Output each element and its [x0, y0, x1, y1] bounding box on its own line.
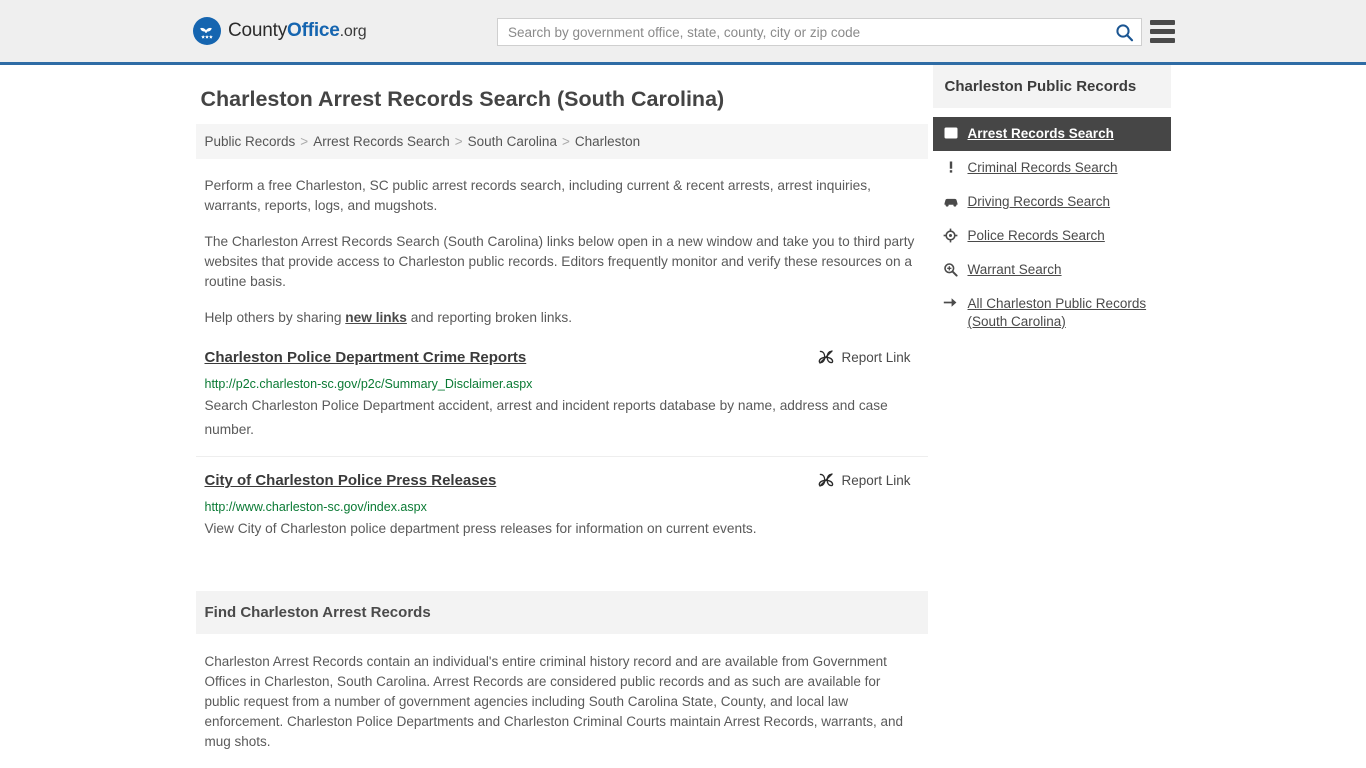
hamburger-bar [1150, 29, 1175, 34]
breadcrumb-item-charleston[interactable]: Charleston [575, 134, 640, 149]
fingerprint-card-icon [943, 126, 959, 140]
sidebar-item-label: Driving Records Search [967, 194, 1111, 209]
breadcrumb-item-public-records[interactable]: Public Records [205, 134, 296, 149]
resource-link-list: Charleston Police Department Crime Repor… [195, 348, 928, 555]
resource-link-title[interactable]: Charleston Police Department Crime Repor… [205, 348, 527, 368]
report-link-button[interactable]: Report Link [818, 349, 918, 365]
hamburger-menu-icon[interactable] [1150, 20, 1175, 43]
broken-link-icon [819, 473, 834, 487]
resource-link-url: http://www.charleston-sc.gov/index.aspx [204, 500, 427, 514]
report-link-button[interactable]: Report Link [818, 472, 918, 488]
resource-link-description: View City of Charleston police departmen… [204, 521, 757, 536]
hamburger-bar [1150, 38, 1175, 43]
intro-p3-prefix: Help others by sharing [204, 310, 346, 325]
sidebar-item-all-public-records[interactable]: All Charleston Public Records (South Car… [933, 287, 1171, 339]
intro-paragraph-3: Help others by sharing new links and rep… [196, 308, 928, 328]
sidebar-item-criminal-records-search[interactable]: Criminal Records Search [933, 151, 1171, 185]
sidebar-item-driving-records-search[interactable]: Driving Records Search [933, 185, 1171, 219]
breadcrumb-separator: > [454, 134, 463, 149]
exclamation-icon [943, 160, 959, 174]
intro-paragraph-1: Perform a free Charleston, SC public arr… [204, 178, 871, 213]
sidebar-heading: Charleston Public Records [932, 65, 1171, 108]
resource-link-description: Search Charleston Police Department acci… [204, 398, 888, 437]
breadcrumb-item-south-carolina[interactable]: South Carolina [468, 134, 557, 149]
sidebar-item-label: Police Records Search [967, 228, 1105, 243]
magnifier-plus-icon [943, 262, 959, 277]
sidebar-item-warrant-search[interactable]: Warrant Search [933, 253, 1171, 287]
brand-office: Office [287, 20, 340, 41]
site-logo-text: CountyOffice.org [228, 20, 367, 42]
brand-org: .org [339, 23, 367, 40]
car-icon [943, 194, 959, 208]
page-title: Charleston Arrest Records Search (South … [200, 87, 725, 111]
breadcrumb-item-arrest-records-search[interactable]: Arrest Records Search [313, 134, 450, 149]
report-link-label: Report Link [841, 349, 911, 365]
target-crosshair-icon [943, 228, 959, 243]
broken-link-icon [819, 350, 834, 364]
site-logo[interactable]: CountyOffice.org [193, 17, 367, 45]
site-header: CountyOffice.org [0, 0, 1366, 65]
find-records-body: Charleston Arrest Records contain an ind… [196, 652, 928, 768]
brand-county: County [228, 20, 288, 41]
breadcrumb-separator: > [561, 134, 570, 149]
sidebar-item-label: Criminal Records Search [967, 160, 1118, 175]
sidebar-item-label: Arrest Records Search [967, 126, 1114, 141]
intro-paragraph-2: The Charleston Arrest Records Search (So… [204, 234, 915, 289]
breadcrumb: Public Records > Arrest Records Search > Sou… [195, 124, 928, 159]
intro-section: Perform a free Charleston, SC public arr… [196, 176, 928, 328]
resource-link-entry: City of Charleston Police Press Releases… [196, 471, 928, 555]
search-bar [497, 18, 1142, 46]
new-links-link[interactable]: new links [345, 310, 407, 325]
resource-link-url: http://p2c.charleston-sc.gov/p2c/Summary… [204, 377, 533, 391]
resource-link-title[interactable]: City of Charleston Police Press Releases [205, 471, 497, 491]
search-button[interactable] [1107, 19, 1141, 45]
arrow-right-icon [943, 296, 959, 309]
search-icon [1115, 23, 1133, 41]
hamburger-bar [1150, 20, 1175, 25]
resource-link-entry: Charleston Police Department Crime Repor… [195, 348, 928, 457]
sidebar-item-label: Warrant Search [967, 262, 1062, 277]
sidebar-item-arrest-records-search[interactable]: Arrest Records Search [932, 117, 1171, 151]
page-body: Charleston Arrest Records Search (South … [0, 65, 1366, 768]
report-link-label: Report Link [841, 472, 911, 488]
find-records-heading: Find Charleston Arrest Records [195, 591, 928, 634]
sidebar: Charleston Public Records Arrest Records… [928, 65, 1171, 768]
sidebar-list: Arrest Records Search Criminal Records S… [932, 117, 1171, 339]
breadcrumb-separator: > [300, 134, 309, 149]
sidebar-item-police-records-search[interactable]: Police Records Search [933, 219, 1171, 253]
intro-p3-suffix: and reporting broken links. [406, 310, 572, 325]
search-input[interactable] [498, 19, 1107, 45]
sidebar-item-label: All Charleston Public Records (South Car… [967, 296, 1147, 329]
eagle-seal-icon [193, 17, 221, 45]
find-records-paragraph: Charleston Arrest Records contain an ind… [204, 654, 904, 749]
main-content: Charleston Arrest Records Search (South … [191, 65, 928, 768]
